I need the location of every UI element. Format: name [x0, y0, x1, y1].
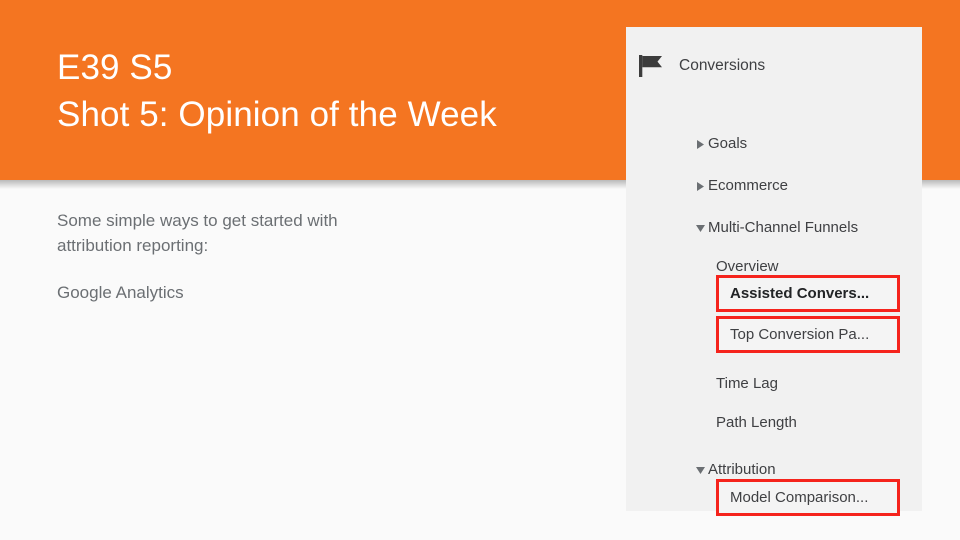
- slide-canvas: E39 S5 Shot 5: Opinion of the Week Some …: [0, 0, 960, 540]
- nav-item-label: Overview: [716, 258, 779, 275]
- nav-item-attribution[interactable]: Attribution: [694, 461, 776, 479]
- slide-title: E39 S5 Shot 5: Opinion of the Week: [57, 44, 497, 138]
- chevron-down-icon[interactable]: [694, 224, 706, 232]
- nav-item-label: Goals: [708, 135, 748, 152]
- nav-header-conversions[interactable]: Conversions: [638, 54, 765, 78]
- nav-header-label: Conversions: [679, 57, 766, 74]
- body-paragraph-1: Some simple ways to get started with att…: [57, 211, 338, 255]
- analytics-nav-panel: Conversions Goals Ecommerce Multi-Channel …: [626, 27, 922, 516]
- nav-item-assisted-convers[interactable]: Assisted Convers...: [716, 275, 900, 312]
- nav-item-label: Assisted Convers...: [730, 284, 870, 302]
- nav-item-label: Ecommerce: [708, 177, 789, 194]
- nav-item-overview[interactable]: Overview: [716, 258, 779, 276]
- chevron-down-icon[interactable]: [694, 466, 706, 474]
- body-paragraph-2: Google Analytics: [57, 283, 184, 302]
- slide-body-text: Some simple ways to get started with att…: [57, 208, 487, 305]
- nav-item-model-comparison[interactable]: Model Comparison...: [716, 479, 900, 516]
- flag-icon: [638, 54, 679, 78]
- nav-item-time-lag[interactable]: Time Lag: [716, 375, 778, 393]
- nav-item-label: Model Comparison...: [730, 488, 869, 506]
- nav-item-multi-channel-funnels[interactable]: Multi-Channel Funnels: [694, 219, 858, 237]
- title-line-1: E39 S5: [57, 48, 173, 87]
- chevron-right-icon[interactable]: [694, 139, 706, 149]
- nav-item-label: Multi-Channel Funnels: [708, 219, 859, 236]
- nav-item-path-length[interactable]: Path Length: [716, 414, 797, 432]
- nav-item-ecommerce[interactable]: Ecommerce: [694, 177, 788, 195]
- nav-item-label: Time Lag: [716, 375, 778, 392]
- nav-item-label: Path Length: [716, 414, 797, 431]
- nav-item-label: Top Conversion Pa...: [730, 325, 870, 343]
- nav-item-goals[interactable]: Goals: [694, 135, 747, 153]
- nav-item-label: Attribution: [708, 461, 776, 478]
- nav-item-top-conversion-pa[interactable]: Top Conversion Pa...: [716, 316, 900, 353]
- title-line-2: Shot 5: Opinion of the Week: [57, 95, 497, 134]
- chevron-right-icon[interactable]: [694, 181, 706, 191]
